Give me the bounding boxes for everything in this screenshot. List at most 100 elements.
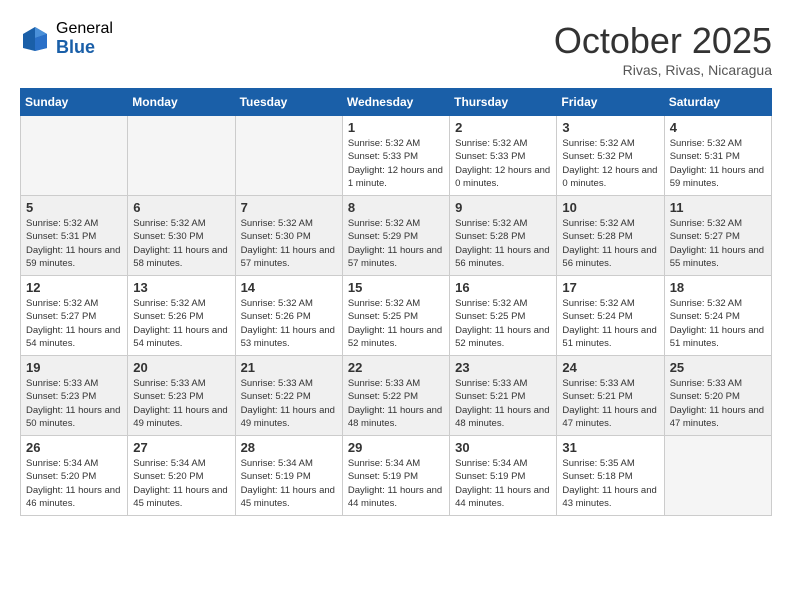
day-number: 13 bbox=[133, 280, 229, 295]
day-number: 14 bbox=[241, 280, 337, 295]
day-of-week-header: Sunday bbox=[21, 89, 128, 116]
calendar-day-cell: 18 Sunrise: 5:32 AM Sunset: 5:24 PM Dayli… bbox=[664, 276, 771, 356]
logo: General Blue bbox=[20, 20, 113, 57]
day-info: Sunrise: 5:32 AM Sunset: 5:33 PM Dayligh… bbox=[455, 137, 551, 190]
calendar-day-cell: 29 Sunrise: 5:34 AM Sunset: 5:19 PM Dayli… bbox=[342, 436, 449, 516]
calendar-day-cell: 5 Sunrise: 5:32 AM Sunset: 5:31 PM Daylig… bbox=[21, 196, 128, 276]
day-number: 8 bbox=[348, 200, 444, 215]
day-number: 28 bbox=[241, 440, 337, 455]
calendar-week-row: 12 Sunrise: 5:32 AM Sunset: 5:27 PM Dayli… bbox=[21, 276, 772, 356]
day-info: Sunrise: 5:32 AM Sunset: 5:28 PM Dayligh… bbox=[562, 217, 658, 270]
day-number: 21 bbox=[241, 360, 337, 375]
day-info: Sunrise: 5:32 AM Sunset: 5:31 PM Dayligh… bbox=[670, 137, 766, 190]
calendar-day-cell: 9Sunrise: 5:32 AM Sunset: 5:28 PM Daylig… bbox=[450, 196, 557, 276]
day-number: 3 bbox=[562, 120, 658, 135]
day-info: Sunrise: 5:33 AM Sunset: 5:23 PM Dayligh… bbox=[133, 377, 229, 430]
calendar-week-row: 26 Sunrise: 5:34 AM Sunset: 5:20 PM Dayli… bbox=[21, 436, 772, 516]
calendar-day-cell: 2 Sunrise: 5:32 AM Sunset: 5:33 PM Daylig… bbox=[450, 116, 557, 196]
calendar-day-cell: 27 Sunrise: 5:34 AM Sunset: 5:20 PM Dayli… bbox=[128, 436, 235, 516]
day-info: Sunrise: 5:32 AM Sunset: 5:27 PM Dayligh… bbox=[26, 297, 122, 350]
day-info: Sunrise: 5:32 AM Sunset: 5:29 PM Dayligh… bbox=[348, 217, 444, 270]
calendar-week-row: 19 Sunrise: 5:33 AM Sunset: 5:23 PM Dayli… bbox=[21, 356, 772, 436]
day-of-week-header: Monday bbox=[128, 89, 235, 116]
day-number: 23 bbox=[455, 360, 551, 375]
calendar-day-cell: 22 Sunrise: 5:33 AM Sunset: 5:22 PM Dayli… bbox=[342, 356, 449, 436]
day-number: 6 bbox=[133, 200, 229, 215]
day-number: 15 bbox=[348, 280, 444, 295]
day-info: Sunrise: 5:34 AM Sunset: 5:19 PM Dayligh… bbox=[241, 457, 337, 510]
day-number: 25 bbox=[670, 360, 766, 375]
logo-blue: Blue bbox=[56, 38, 113, 58]
day-number: 24 bbox=[562, 360, 658, 375]
day-number: 31 bbox=[562, 440, 658, 455]
day-number: 27 bbox=[133, 440, 229, 455]
day-info: Sunrise: 5:33 AM Sunset: 5:23 PM Dayligh… bbox=[26, 377, 122, 430]
day-of-week-header: Wednesday bbox=[342, 89, 449, 116]
logo-icon bbox=[20, 24, 50, 54]
calendar-day-cell: 16Sunrise: 5:32 AM Sunset: 5:25 PM Dayli… bbox=[450, 276, 557, 356]
day-info: Sunrise: 5:34 AM Sunset: 5:19 PM Dayligh… bbox=[348, 457, 444, 510]
calendar-day-cell: 15 Sunrise: 5:32 AM Sunset: 5:25 PM Dayli… bbox=[342, 276, 449, 356]
day-info: Sunrise: 5:32 AM Sunset: 5:30 PM Dayligh… bbox=[133, 217, 229, 270]
day-number: 9 bbox=[455, 200, 551, 215]
day-info: Sunrise: 5:33 AM Sunset: 5:20 PM Dayligh… bbox=[670, 377, 766, 430]
title-block: October 2025 Rivas, Rivas, Nicaragua bbox=[554, 20, 772, 78]
day-info: Sunrise: 5:33 AM Sunset: 5:21 PM Dayligh… bbox=[562, 377, 658, 430]
calendar-day-cell: 17 Sunrise: 5:32 AM Sunset: 5:24 PM Dayli… bbox=[557, 276, 664, 356]
calendar-day-cell: 14 Sunrise: 5:32 AM Sunset: 5:26 PM Dayli… bbox=[235, 276, 342, 356]
day-number: 5 bbox=[26, 200, 122, 215]
day-number: 26 bbox=[26, 440, 122, 455]
calendar-day-cell bbox=[21, 116, 128, 196]
day-info: Sunrise: 5:33 AM Sunset: 5:22 PM Dayligh… bbox=[348, 377, 444, 430]
calendar-day-cell bbox=[128, 116, 235, 196]
day-number: 17 bbox=[562, 280, 658, 295]
day-info: Sunrise: 5:32 AM Sunset: 5:25 PM Dayligh… bbox=[348, 297, 444, 350]
calendar-day-cell: 23Sunrise: 5:33 AM Sunset: 5:21 PM Dayli… bbox=[450, 356, 557, 436]
day-info: Sunrise: 5:32 AM Sunset: 5:24 PM Dayligh… bbox=[562, 297, 658, 350]
day-number: 29 bbox=[348, 440, 444, 455]
calendar-day-cell: 26 Sunrise: 5:34 AM Sunset: 5:20 PM Dayli… bbox=[21, 436, 128, 516]
day-info: Sunrise: 5:32 AM Sunset: 5:26 PM Dayligh… bbox=[241, 297, 337, 350]
calendar-day-cell bbox=[664, 436, 771, 516]
calendar-header-row: SundayMondayTuesdayWednesdayThursdayFrid… bbox=[21, 89, 772, 116]
day-number: 30 bbox=[455, 440, 551, 455]
day-number: 1 bbox=[348, 120, 444, 135]
calendar-day-cell: 12 Sunrise: 5:32 AM Sunset: 5:27 PM Dayli… bbox=[21, 276, 128, 356]
day-info: Sunrise: 5:32 AM Sunset: 5:25 PM Dayligh… bbox=[455, 297, 551, 350]
calendar-day-cell: 11Sunrise: 5:32 AM Sunset: 5:27 PM Dayli… bbox=[664, 196, 771, 276]
calendar-week-row: 5 Sunrise: 5:32 AM Sunset: 5:31 PM Daylig… bbox=[21, 196, 772, 276]
day-number: 20 bbox=[133, 360, 229, 375]
calendar-week-row: 1 Sunrise: 5:32 AM Sunset: 5:33 PM Daylig… bbox=[21, 116, 772, 196]
calendar-day-cell: 30Sunrise: 5:34 AM Sunset: 5:19 PM Dayli… bbox=[450, 436, 557, 516]
month-title: October 2025 bbox=[554, 20, 772, 62]
day-number: 2 bbox=[455, 120, 551, 135]
calendar-day-cell: 19 Sunrise: 5:33 AM Sunset: 5:23 PM Dayli… bbox=[21, 356, 128, 436]
calendar-day-cell: 1Sunrise: 5:32 AM Sunset: 5:33 PM Daylig… bbox=[342, 116, 449, 196]
day-info: Sunrise: 5:32 AM Sunset: 5:24 PM Dayligh… bbox=[670, 297, 766, 350]
day-number: 12 bbox=[26, 280, 122, 295]
day-info: Sunrise: 5:34 AM Sunset: 5:20 PM Dayligh… bbox=[26, 457, 122, 510]
day-number: 18 bbox=[670, 280, 766, 295]
day-info: Sunrise: 5:34 AM Sunset: 5:20 PM Dayligh… bbox=[133, 457, 229, 510]
day-info: Sunrise: 5:33 AM Sunset: 5:22 PM Dayligh… bbox=[241, 377, 337, 430]
calendar-day-cell: 10Sunrise: 5:32 AM Sunset: 5:28 PM Dayli… bbox=[557, 196, 664, 276]
day-number: 22 bbox=[348, 360, 444, 375]
calendar-table: SundayMondayTuesdayWednesdayThursdayFrid… bbox=[20, 88, 772, 516]
calendar-day-cell: 7Sunrise: 5:32 AM Sunset: 5:30 PM Daylig… bbox=[235, 196, 342, 276]
day-of-week-header: Friday bbox=[557, 89, 664, 116]
day-number: 7 bbox=[241, 200, 337, 215]
calendar-day-cell: 3Sunrise: 5:32 AM Sunset: 5:32 PM Daylig… bbox=[557, 116, 664, 196]
day-number: 11 bbox=[670, 200, 766, 215]
calendar-day-cell: 28 Sunrise: 5:34 AM Sunset: 5:19 PM Dayli… bbox=[235, 436, 342, 516]
calendar-day-cell: 8 Sunrise: 5:32 AM Sunset: 5:29 PM Daylig… bbox=[342, 196, 449, 276]
calendar-day-cell: 13 Sunrise: 5:32 AM Sunset: 5:26 PM Dayli… bbox=[128, 276, 235, 356]
calendar-day-cell: 24 Sunrise: 5:33 AM Sunset: 5:21 PM Dayli… bbox=[557, 356, 664, 436]
calendar-day-cell: 25 Sunrise: 5:33 AM Sunset: 5:20 PM Dayli… bbox=[664, 356, 771, 436]
day-number: 19 bbox=[26, 360, 122, 375]
day-of-week-header: Thursday bbox=[450, 89, 557, 116]
page-header: General Blue October 2025 Rivas, Rivas, … bbox=[20, 20, 772, 78]
logo-text: General Blue bbox=[56, 20, 113, 57]
location-subtitle: Rivas, Rivas, Nicaragua bbox=[554, 62, 772, 78]
day-info: Sunrise: 5:32 AM Sunset: 5:31 PM Dayligh… bbox=[26, 217, 122, 270]
day-info: Sunrise: 5:32 AM Sunset: 5:26 PM Dayligh… bbox=[133, 297, 229, 350]
